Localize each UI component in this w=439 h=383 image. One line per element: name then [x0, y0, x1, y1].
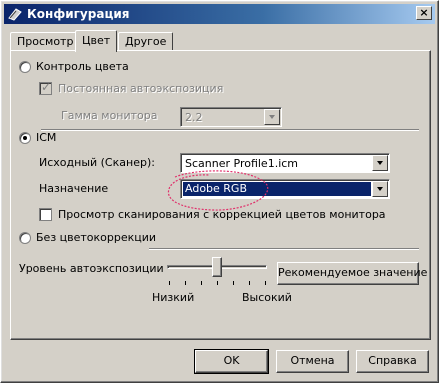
gamma-select[interactable]: 2.2 — [180, 107, 282, 127]
icm-label: ICM — [36, 131, 57, 144]
target-profile-label: Назначение — [39, 182, 109, 195]
slider-tick — [169, 281, 170, 285]
slider-tick — [249, 281, 250, 285]
slider-tick — [265, 281, 266, 285]
chevron-down-icon[interactable] — [372, 181, 388, 197]
cancel-button[interactable]: Отмена — [276, 350, 349, 373]
slider-tick — [217, 281, 218, 285]
preview-correction-checkbox[interactable] — [39, 208, 52, 221]
auto-exposure-label: Постоянная автоэкспозиция — [58, 82, 224, 95]
exposure-level-label: Уровень автоэкспозиции — [19, 262, 164, 275]
help-button[interactable]: Справка — [356, 350, 429, 373]
title-bar: Конфигурация × — [4, 4, 435, 24]
scanner-app-icon — [8, 8, 22, 21]
annotation-ellipse — [167, 170, 269, 211]
color-control-label: Контроль цвета — [36, 60, 129, 73]
tab-preview[interactable]: Просмотр — [10, 32, 81, 51]
slider-tick — [201, 281, 202, 285]
slider-tick — [233, 281, 234, 285]
tab-color[interactable]: Цвет — [75, 30, 118, 52]
auto-exposure-checkbox[interactable] — [39, 80, 52, 95]
close-button[interactable]: × — [416, 6, 432, 20]
icm-radio[interactable] — [19, 132, 31, 144]
slider-tick — [185, 281, 186, 285]
chevron-down-icon[interactable] — [264, 109, 280, 125]
recommended-value-button[interactable]: Рекомендуемое значение — [277, 262, 427, 285]
exposure-low-label: Низкий — [152, 291, 195, 304]
no-correction-radio[interactable] — [19, 232, 31, 244]
tab-other[interactable]: Другое — [118, 32, 174, 51]
color-control-radio[interactable] — [19, 61, 31, 73]
divider — [41, 129, 419, 131]
exposure-slider-thumb[interactable] — [212, 257, 222, 277]
config-dialog: Конфигурация × Просмотр Цвет Другое Конт… — [0, 0, 439, 383]
gamma-value: 2.2 — [185, 111, 203, 124]
no-correction-label: Без цветокоррекции — [36, 231, 157, 244]
source-profile-label: Исходный (Сканер): — [39, 156, 155, 169]
ok-button[interactable]: OK — [194, 349, 269, 374]
divider — [149, 248, 419, 250]
chevron-down-icon[interactable] — [372, 155, 388, 171]
window-title: Конфигурация — [27, 7, 130, 21]
exposure-high-label: Высокий — [242, 291, 292, 304]
gamma-label: Гамма монитора — [61, 109, 158, 122]
